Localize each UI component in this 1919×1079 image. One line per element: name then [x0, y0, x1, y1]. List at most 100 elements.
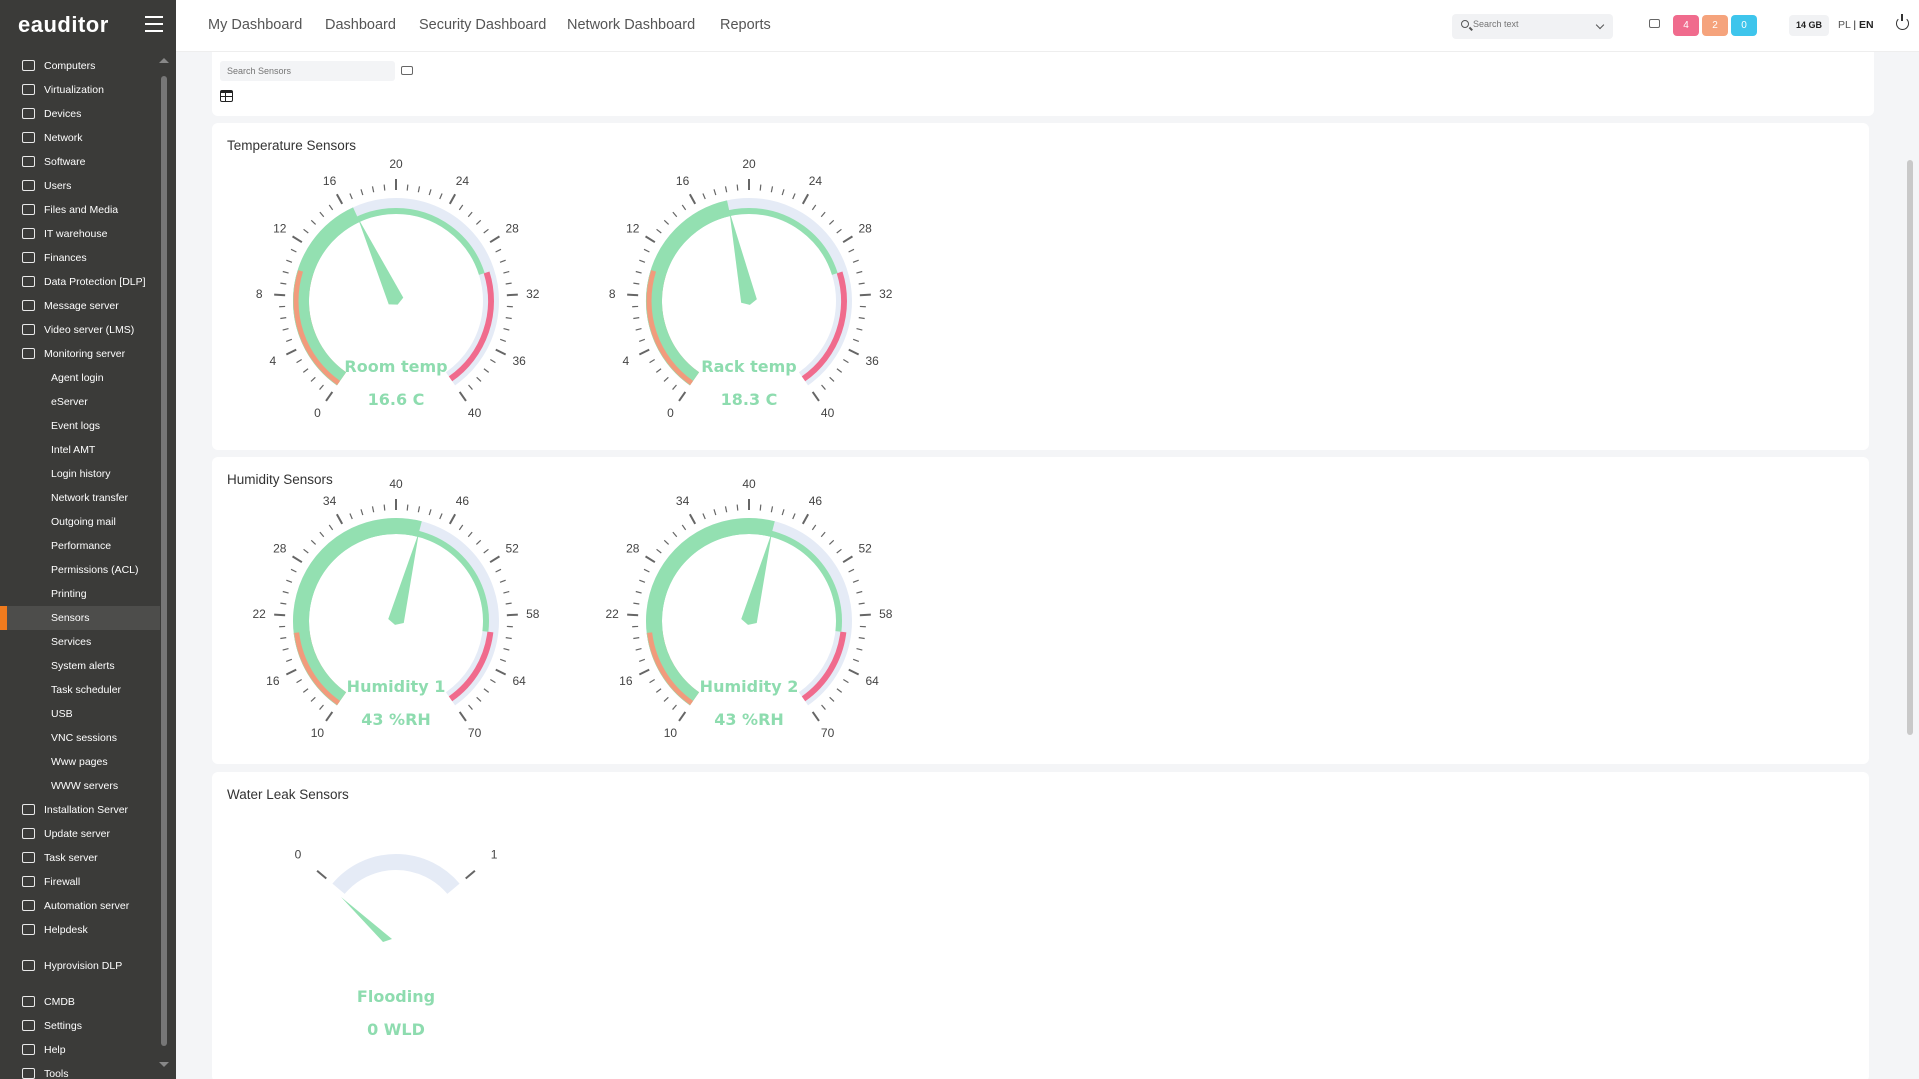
nav-my-dashboard[interactable]: My Dashboard: [208, 17, 302, 33]
gauge-track: [339, 862, 454, 889]
sidebar-scrollbar[interactable]: [161, 76, 167, 1046]
minor-tick: [304, 549, 309, 553]
minor-tick: [320, 385, 324, 390]
major-tick: [337, 514, 342, 524]
sidebar-item-help[interactable]: Help: [0, 1038, 160, 1062]
table-view-icon[interactable]: [220, 90, 233, 102]
nav-security-dashboard[interactable]: Security Dashboard: [419, 17, 546, 33]
sidebar-item-eserver[interactable]: eServer: [0, 390, 160, 414]
major-tick: [679, 392, 685, 401]
minor-tick: [311, 377, 315, 381]
sidebar-item-finances[interactable]: Finances: [0, 246, 160, 270]
minor-tick: [849, 569, 854, 572]
major-tick: [317, 871, 326, 879]
monitoring-icon: [22, 348, 35, 359]
minor-tick: [714, 189, 716, 195]
minor-tick: [837, 549, 842, 553]
lang-pl[interactable]: PL: [1838, 19, 1850, 31]
sidebar-item-label: Computers: [44, 60, 95, 72]
major-tick: [450, 194, 455, 204]
sidebar-item-message-server[interactable]: Message server: [0, 294, 160, 318]
sidebar-item-agent-login[interactable]: Agent login: [0, 366, 160, 390]
minor-tick: [484, 369, 489, 373]
sidebar-item-outgoing-mail[interactable]: Outgoing mail: [0, 510, 160, 534]
sidebar-item-virtualization[interactable]: Virtualization: [0, 78, 160, 102]
sidebar-item-permissions-acl[interactable]: Permissions (ACL): [0, 558, 160, 582]
sidebar-item-usb[interactable]: USB: [0, 702, 160, 726]
nav-network-dashboard[interactable]: Network Dashboard: [567, 17, 695, 33]
main-scrollbar[interactable]: [1907, 160, 1913, 735]
minor-tick: [837, 229, 842, 233]
tick-label: 12: [273, 221, 287, 235]
sidebar-item-installation-server[interactable]: Installation Server: [0, 798, 160, 822]
alert-badge-info[interactable]: 0: [1731, 15, 1757, 36]
minor-tick: [859, 283, 865, 284]
menu-icon[interactable]: [145, 16, 163, 32]
tick-label: 0: [667, 406, 674, 420]
minor-tick: [490, 359, 495, 362]
sidebar-item-software[interactable]: Software: [0, 150, 160, 174]
sidebar-item-event-logs[interactable]: Event logs: [0, 414, 160, 438]
sidebar-item-automation-server[interactable]: Automation server: [0, 894, 160, 918]
sidebar-item-task-scheduler[interactable]: Task scheduler: [0, 678, 160, 702]
chat-icon[interactable]: [1649, 19, 1660, 28]
sidebar-item-computers[interactable]: Computers: [0, 54, 160, 78]
major-tick: [466, 871, 475, 879]
sidebar-item-network-transfer[interactable]: Network transfer: [0, 486, 160, 510]
sidebar-item-www-pages[interactable]: Www pages: [0, 750, 160, 774]
scroll-up-icon[interactable]: [159, 58, 169, 63]
sidebar-item-devices[interactable]: Devices: [0, 102, 160, 126]
scroll-down-icon[interactable]: [159, 1062, 169, 1067]
alert-badge-critical[interactable]: 4: [1673, 15, 1699, 36]
major-tick: [843, 236, 852, 242]
sidebar-item-www-servers[interactable]: WWW servers: [0, 774, 160, 798]
sidebar-item-performance[interactable]: Performance: [0, 534, 160, 558]
sidebar-item-data-protection-dlp[interactable]: Data Protection [DLP]: [0, 270, 160, 294]
sidebar-item-users[interactable]: Users: [0, 174, 160, 198]
sidebar-item-network[interactable]: Network: [0, 126, 160, 150]
sensor-search-input[interactable]: [220, 61, 395, 81]
sidebar-item-helpdesk[interactable]: Helpdesk: [0, 918, 160, 942]
sidebar-item-firewall[interactable]: Firewall: [0, 870, 160, 894]
sidebar-item-settings[interactable]: Settings: [0, 1014, 160, 1038]
sidebar-item-system-alerts[interactable]: System alerts: [0, 654, 160, 678]
minor-tick: [682, 205, 685, 210]
sidebar-item-login-history[interactable]: Login history: [0, 462, 160, 486]
sidebar-item-monitoring-server[interactable]: Monitoring server: [0, 342, 160, 366]
lang-en[interactable]: EN: [1859, 19, 1874, 31]
minor-tick: [633, 283, 639, 284]
sidebar-item-services[interactable]: Services: [0, 630, 160, 654]
sidebar-item-label: Users: [44, 180, 71, 192]
minor-tick: [280, 318, 286, 319]
minor-tick: [636, 649, 642, 650]
sidebar-item-sensors[interactable]: Sensors: [0, 606, 160, 630]
minor-tick: [771, 186, 772, 192]
minor-tick: [822, 385, 826, 390]
language-switch[interactable]: PL | EN: [1838, 19, 1874, 31]
sidebar-item-files-and-media[interactable]: Files and Media: [0, 198, 160, 222]
minor-tick: [361, 509, 363, 515]
nav-dashboard[interactable]: Dashboard: [325, 17, 396, 33]
sidebar-item-hyprovision-dlp[interactable]: Hyprovision DLP: [0, 954, 160, 978]
chevron-down-icon[interactable]: [1596, 21, 1604, 29]
alert-badge-warning[interactable]: 2: [1702, 15, 1728, 36]
global-search[interactable]: [1452, 14, 1613, 39]
minor-tick: [303, 369, 308, 373]
sidebar-item-update-server[interactable]: Update server: [0, 822, 160, 846]
tools-icon: [22, 1068, 35, 1079]
tick-label: 8: [609, 287, 616, 301]
sidebar-item-it-warehouse[interactable]: IT warehouse: [0, 222, 160, 246]
sidebar-item-task-server[interactable]: Task server: [0, 846, 160, 870]
sidebar-item-vnc-sessions[interactable]: VNC sessions: [0, 726, 160, 750]
global-search-input[interactable]: [1473, 19, 1588, 29]
sidebar-item-video-server-lms[interactable]: Video server (LMS): [0, 318, 160, 342]
sidebar-item-cmdb[interactable]: CMDB: [0, 990, 160, 1014]
sidebar-item-intel-amt[interactable]: Intel AMT: [0, 438, 160, 462]
clear-search-icon[interactable]: [401, 66, 413, 75]
nav-reports[interactable]: Reports: [720, 17, 771, 33]
sidebar-item-printing[interactable]: Printing: [0, 582, 160, 606]
sidebar-item-tools[interactable]: Tools: [0, 1062, 160, 1079]
minor-tick: [484, 229, 489, 233]
power-icon[interactable]: [1896, 17, 1909, 30]
major-tick: [274, 615, 285, 616]
